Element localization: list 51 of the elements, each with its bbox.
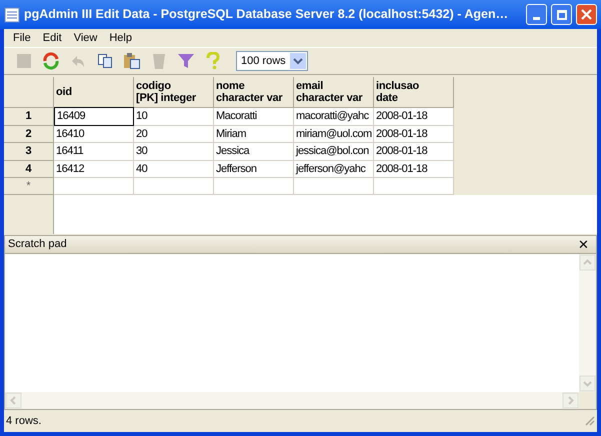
menu-item[interactable]: Help	[104, 30, 137, 46]
copy-icon	[97, 53, 113, 69]
table-cell[interactable]: 16409	[54, 107, 134, 126]
menu-item[interactable]: File	[8, 30, 36, 46]
close-icon	[581, 9, 592, 20]
help-icon	[205, 52, 221, 70]
table-cell[interactable]	[214, 178, 294, 195]
table-cell[interactable]: jessica@bol.con	[294, 143, 374, 160]
table-cell[interactable]: 2008-01-18	[374, 160, 454, 178]
table-cell[interactable]: Miriam	[214, 126, 294, 143]
table-cell[interactable]: 16410	[54, 126, 134, 143]
window-title: pgAdmin III Edit Data - PostgreSQL Database Server 8.2 (localhost:5432) - Agen…	[24, 6, 510, 24]
filter-icon	[177, 52, 195, 70]
table-cell[interactable]: 2008-01-18	[374, 108, 454, 126]
scroll-up-icon	[579, 254, 596, 271]
table-cell[interactable]: 40	[134, 160, 214, 178]
table-cell[interactable]: miriam@uol.com	[294, 126, 374, 143]
app-icon	[4, 6, 20, 22]
table-cell[interactable]: 16411	[54, 143, 134, 160]
close-button[interactable]	[576, 4, 597, 25]
table-cell[interactable]	[374, 178, 454, 195]
close-button[interactable]: ✕	[574, 238, 593, 251]
menu-item[interactable]: Edit	[38, 30, 67, 46]
panel-title: Scratch pad	[8, 237, 68, 252]
menu-item[interactable]: View	[68, 30, 102, 46]
table-cell[interactable]	[54, 178, 134, 195]
table-cell[interactable]: macoratti@yahc	[294, 108, 374, 126]
paste-icon	[123, 52, 141, 70]
vertical-scrollbar[interactable]	[579, 254, 596, 392]
horizontal-scrollbar[interactable]	[5, 392, 579, 409]
table-cell[interactable]: jefferson@yahc	[294, 160, 374, 178]
chevron-down-icon	[290, 53, 306, 69]
scroll-right-icon	[562, 392, 579, 409]
table-cell[interactable]: 30	[134, 143, 214, 160]
table-cell[interactable]: Jessica	[214, 143, 294, 160]
scroll-down-icon	[579, 375, 596, 392]
table-cell[interactable]	[134, 178, 214, 195]
table-cell[interactable]: 20	[134, 126, 214, 143]
table-cell[interactable]: 2008-01-18	[374, 143, 454, 160]
table-cell[interactable]	[294, 178, 374, 195]
table-cell[interactable]: Macoratti	[214, 108, 294, 126]
table-cell[interactable]: 2008-01-18	[374, 126, 454, 143]
table-cell[interactable]: Jefferson	[214, 160, 294, 178]
maximize-button[interactable]	[551, 4, 572, 25]
table-cell[interactable]: 10	[134, 108, 214, 126]
minimize-button[interactable]	[526, 4, 547, 25]
status-text: 4 rows.	[6, 414, 42, 429]
refresh-icon	[42, 52, 60, 70]
resize-grip-icon	[585, 416, 595, 426]
row-limit-dropdown[interactable]: 100 rows	[236, 51, 308, 71]
table-cell[interactable]: 16412	[54, 160, 134, 178]
